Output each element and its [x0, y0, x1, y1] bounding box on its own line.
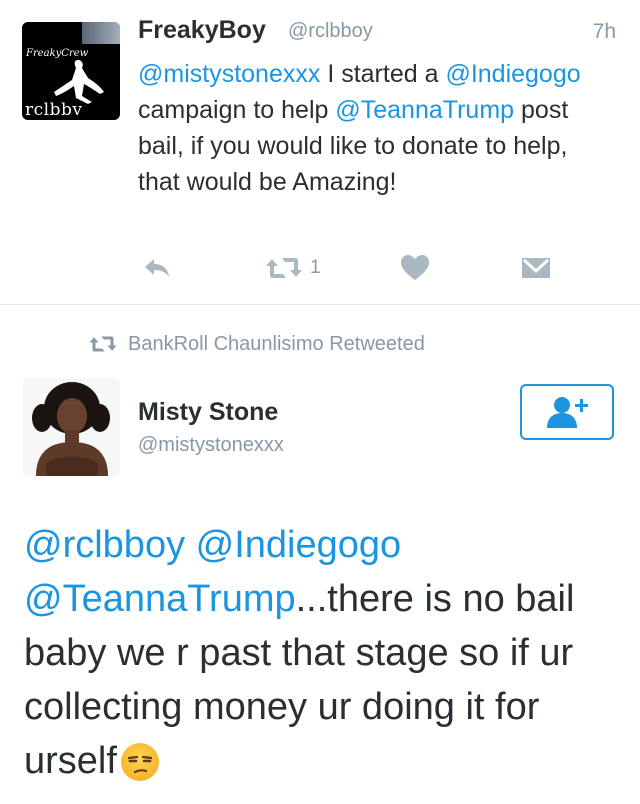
quoted-tweet-text: @rclbboy @Indiegogo @TeannaTrump...there… [24, 518, 624, 788]
tweet-text-fragment: I started a [320, 60, 446, 88]
author-name[interactable]: FreakyBoy [138, 16, 266, 45]
tweet-timestamp[interactable]: 7h [593, 20, 616, 44]
retweet-icon [89, 336, 117, 352]
author-name[interactable]: Misty Stone [138, 398, 278, 427]
mention-link[interactable]: @rclbboy [24, 524, 185, 566]
mention-link[interactable]: @TeannaTrump [24, 578, 296, 620]
tweet-actions: 1 [138, 252, 558, 286]
avatar-photo-thumb [82, 22, 120, 44]
retweeted-banner[interactable]: BankRoll Chaunlisimo Retweeted [88, 330, 425, 358]
direct-message-icon [522, 258, 550, 278]
unamused-face-emoji [120, 743, 159, 781]
follow-button[interactable] [520, 384, 614, 440]
tweet-freakyboy[interactable]: FreakyCrew rclbbv FreakyBoy @rclbboy 7h … [0, 0, 640, 305]
retweet-count: 1 [310, 257, 321, 278]
tweet-text: @mistystonexxx I started a @Indiegogo ca… [138, 56, 608, 200]
mention-link[interactable]: @Indiegogo [445, 60, 580, 88]
retweeted-label: BankRoll Chaunlisimo Retweeted [128, 332, 425, 355]
direct-message-button[interactable] [521, 252, 551, 284]
like-button[interactable] [400, 252, 430, 284]
avatar[interactable]: FreakyCrew rclbbv [22, 22, 120, 120]
tweet-text-body: @rclbboy @Indiegogo @TeannaTrump...there… [24, 524, 574, 782]
avatar[interactable] [22, 378, 120, 476]
tweet-text-fragment: campaign to help [138, 96, 336, 124]
reply-button[interactable] [142, 252, 172, 284]
mention-link[interactable]: @Indiegogo [196, 524, 402, 566]
author-handle[interactable]: @rclbboy [288, 20, 373, 43]
mention-link[interactable]: @TeannaTrump [335, 96, 514, 124]
retweet-icon [266, 258, 302, 278]
tweet-text-fragment [185, 524, 196, 566]
author-handle[interactable]: @mistystonexxx [138, 434, 284, 457]
like-heart-icon [401, 255, 429, 280]
silhouette-logo-icon [54, 60, 104, 104]
follow-user-plus-icon [547, 397, 588, 428]
reply-icon [145, 259, 169, 277]
tweet-divider [0, 304, 640, 305]
avatar-logo-text-bottom: rclbbv [25, 100, 83, 120]
profile-photo [22, 378, 120, 476]
retweet-button[interactable]: 1 [264, 252, 321, 284]
mention-link[interactable]: @mistystonexxx [138, 60, 320, 88]
